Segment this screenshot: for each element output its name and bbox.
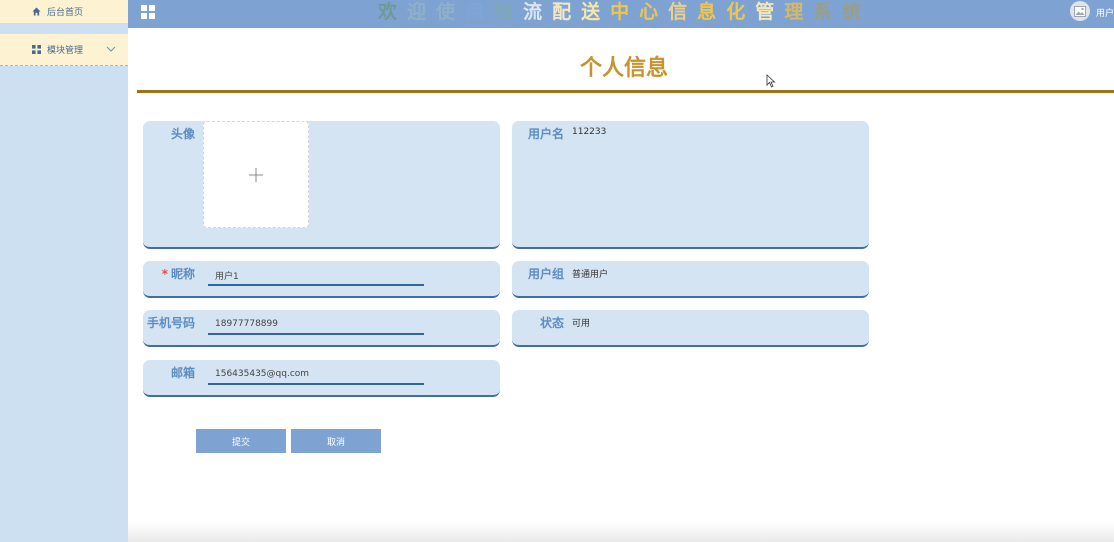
app-title: 欢迎使用物流配送中心信息化管理系统 xyxy=(378,0,871,24)
app-title-char: 欢 xyxy=(378,1,408,23)
avatar-field: 头像 xyxy=(143,121,500,249)
username-label: 用户名 xyxy=(527,127,564,141)
avatar-label: 头像 xyxy=(170,127,195,141)
nickname-label: * 昵称 xyxy=(161,267,195,281)
phone-field: 手机号码 xyxy=(143,310,500,347)
email-label: 邮箱 xyxy=(170,366,195,380)
mouse-cursor-icon xyxy=(766,74,776,88)
user-name[interactable]: 用户1 xyxy=(1096,6,1114,19)
app-title-char: 心 xyxy=(639,1,669,23)
app-title-char: 配 xyxy=(552,1,582,23)
status-label: 状态 xyxy=(539,316,564,330)
app-title-char: 统 xyxy=(842,1,872,23)
app-title-char: 信 xyxy=(668,1,698,23)
phone-input[interactable] xyxy=(208,315,424,335)
top-bar: 欢迎使用物流配送中心信息化管理系统 用户1 xyxy=(128,0,1114,28)
avatar[interactable] xyxy=(1070,1,1090,21)
app-title-char: 迎 xyxy=(407,1,437,23)
email-input[interactable] xyxy=(208,365,424,385)
menu-grid-icon[interactable] xyxy=(141,5,155,19)
cancel-button[interactable]: 取消 xyxy=(291,429,381,453)
app-title-char: 理 xyxy=(784,1,814,23)
app-title-char: 管 xyxy=(755,1,785,23)
chevron-down-icon xyxy=(106,46,116,52)
home-icon xyxy=(32,7,41,16)
app-title-char: 使 xyxy=(436,1,466,23)
title-divider xyxy=(137,90,1114,93)
app-title-char: 中 xyxy=(610,1,640,23)
sidebar: 后台首页 模块管理 xyxy=(0,0,128,542)
user-group-value: 普通用户 xyxy=(572,270,609,280)
plus-icon xyxy=(249,167,263,182)
grid-icon xyxy=(32,45,41,54)
app-title-char: 系 xyxy=(813,1,843,23)
username-value: 112233 xyxy=(572,127,607,137)
phone-label: 手机号码 xyxy=(146,316,195,330)
nickname-field: * 昵称 xyxy=(143,261,500,298)
app-title-char: 送 xyxy=(581,1,611,23)
nickname-input[interactable] xyxy=(208,266,424,286)
app-title-char: 流 xyxy=(523,1,553,23)
status-value: 可用 xyxy=(572,319,591,329)
email-field: 邮箱 xyxy=(143,360,500,397)
sidebar-item-module-management[interactable]: 模块管理 xyxy=(0,34,128,66)
sidebar-item-label: 模块管理 xyxy=(47,46,84,56)
app-title-char: 息 xyxy=(697,1,727,23)
sidebar-item-label: 后台首页 xyxy=(47,8,84,18)
app-title-char: 物 xyxy=(494,1,524,23)
image-icon xyxy=(1074,5,1086,17)
app-title-char: 化 xyxy=(726,1,756,23)
sidebar-item-home[interactable]: 后台首页 xyxy=(0,0,128,23)
submit-button[interactable]: 提交 xyxy=(196,429,286,453)
user-group-field: 用户组 普通用户 xyxy=(512,261,869,298)
app-title-char: 用 xyxy=(465,1,495,23)
page-title: 个人信息 xyxy=(580,56,669,81)
status-field: 状态 可用 xyxy=(512,310,869,347)
bottom-edge xyxy=(128,522,1114,542)
required-mark: * xyxy=(161,267,168,281)
user-group-label: 用户组 xyxy=(527,267,564,281)
avatar-upload[interactable] xyxy=(203,121,309,228)
username-field: 用户名 112233 xyxy=(512,121,869,249)
